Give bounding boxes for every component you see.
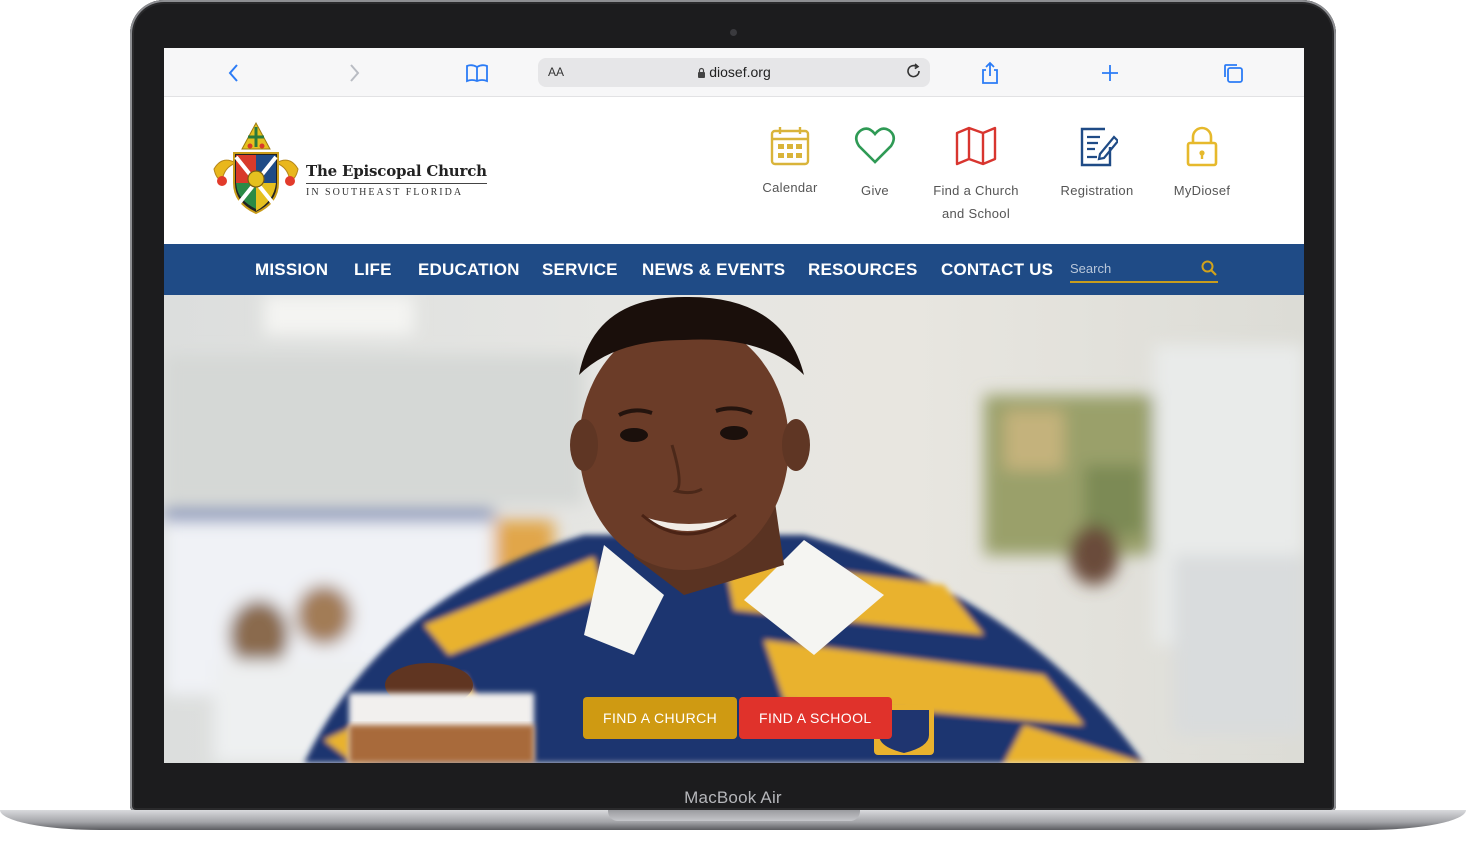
url-text: diosef.org <box>538 64 930 80</box>
url-label: diosef.org <box>709 64 771 80</box>
nav-item-resources[interactable]: RESOURCES <box>808 260 918 280</box>
forward-icon[interactable] <box>341 60 367 86</box>
quick-link-label: Give <box>861 183 889 198</box>
quick-link-label: Find a Church and School <box>933 183 1019 221</box>
nav-item-contact-us[interactable]: CONTACT US <box>941 260 1053 280</box>
search-icon[interactable] <box>1200 259 1218 277</box>
main-nav: MISSION LIFE EDUCATION SERVICE NEWS & EV… <box>164 244 1304 295</box>
nav-item-education[interactable]: EDUCATION <box>418 260 520 280</box>
site-header: The Episcopal Church IN SOUTHEAST FLORID… <box>164 97 1304 244</box>
find-school-button[interactable]: FIND A SCHOOL <box>739 697 892 739</box>
browser-toolbar: AA diosef.org <box>164 48 1304 97</box>
bookmarks-icon[interactable] <box>464 60 490 86</box>
laptop-notch <box>608 810 860 821</box>
nav-item-service[interactable]: SERVICE <box>542 260 618 280</box>
quick-link-label: MyDiosef <box>1173 183 1231 198</box>
share-icon[interactable] <box>977 60 1003 86</box>
heart-icon <box>854 127 896 164</box>
lock-icon <box>698 67 706 78</box>
back-icon[interactable] <box>221 60 247 86</box>
device-label: MacBook Air <box>684 788 782 807</box>
brand-title: The Episcopal Church <box>306 162 487 180</box>
search-input[interactable] <box>1070 256 1190 280</box>
hero-photo <box>164 295 1304 763</box>
lock-icon <box>1186 126 1218 167</box>
new-tab-icon[interactable] <box>1097 60 1123 86</box>
nav-item-news-events[interactable]: NEWS & EVENTS <box>642 260 785 280</box>
quick-link-mydiosef[interactable]: MyDiosef <box>1147 125 1257 202</box>
brand-subtitle: IN SOUTHEAST FLORIDA <box>306 183 487 198</box>
stage: AA diosef.org The Episcopal Church IN SO… <box>0 0 1466 842</box>
find-church-button[interactable]: FIND A CHURCH <box>583 697 738 739</box>
quick-link-label: Registration <box>1060 183 1134 198</box>
laptop-screen: AA diosef.org The Episcopal Church IN SO… <box>164 48 1304 763</box>
nav-item-mission[interactable]: MISSION <box>255 260 328 280</box>
nav-item-life[interactable]: LIFE <box>354 260 392 280</box>
quick-link-find-church-school[interactable]: Find a Church and School <box>921 125 1031 225</box>
map-icon <box>955 126 997 166</box>
quick-link-label: Calendar <box>762 180 818 195</box>
site-search <box>1070 256 1218 283</box>
diocese-crest-logo[interactable] <box>210 119 302 217</box>
hero-banner: FIND A CHURCH FIND A SCHOOL <box>164 295 1304 763</box>
address-bar[interactable]: AA diosef.org <box>538 58 930 87</box>
brand-wordmark[interactable]: The Episcopal Church IN SOUTHEAST FLORID… <box>306 162 487 198</box>
quick-link-registration[interactable]: Registration <box>1042 125 1152 202</box>
calendar-icon <box>770 127 810 166</box>
reload-icon[interactable] <box>904 62 924 82</box>
document-edit-icon <box>1080 127 1118 167</box>
quick-link-give[interactable]: Give <box>820 125 930 202</box>
camera <box>730 29 737 36</box>
tabs-overview-icon[interactable] <box>1220 60 1246 86</box>
